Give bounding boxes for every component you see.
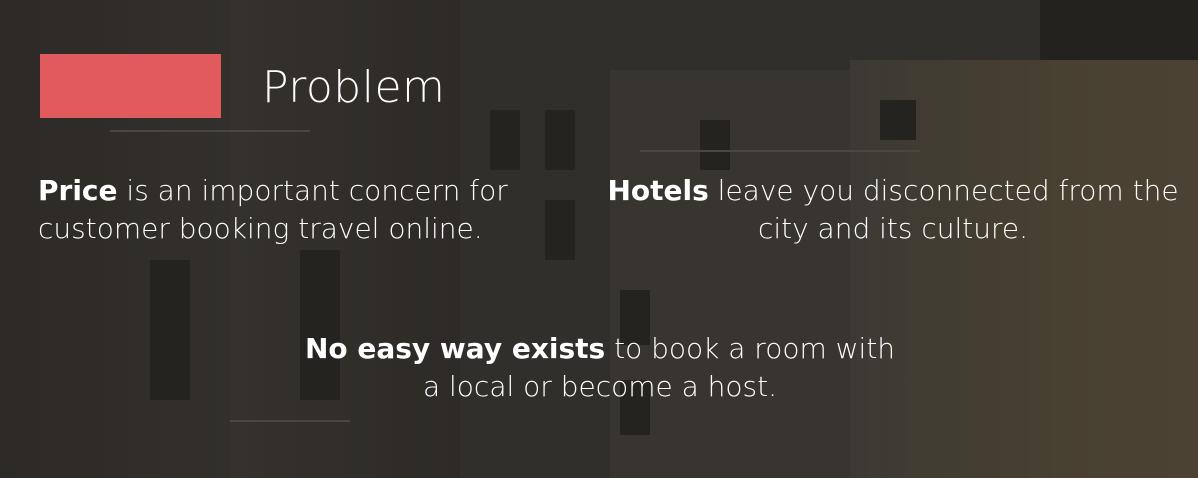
point-bold: No easy way exists bbox=[304, 332, 606, 365]
slide-title: Problem bbox=[262, 62, 446, 113]
problem-point-hotels: Hotels leave you disconnected from the c… bbox=[600, 172, 1186, 248]
point-bold: Price bbox=[38, 174, 118, 207]
point-text: leave you disconnected from the city and… bbox=[708, 174, 1179, 245]
problem-point-no-easy-way: No easy way exists to book a room with a… bbox=[300, 330, 900, 406]
point-bold: Hotels bbox=[607, 174, 709, 207]
accent-block bbox=[40, 54, 221, 118]
problem-point-price: Price is an important concern for custom… bbox=[38, 172, 558, 248]
